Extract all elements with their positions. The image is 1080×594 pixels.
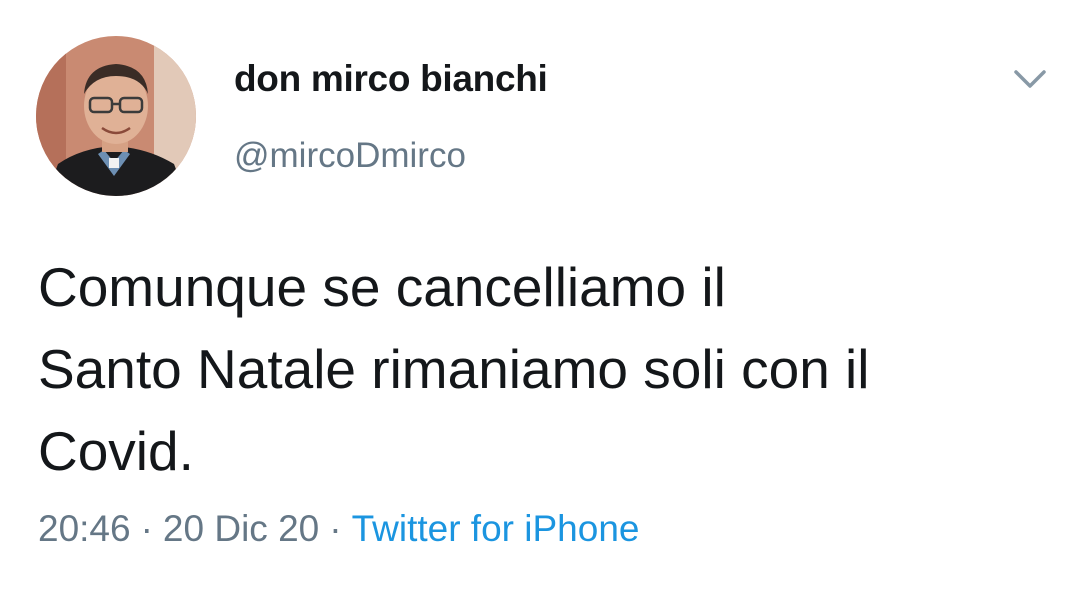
meta-separator: ·: [329, 508, 342, 549]
profile-photo-icon: [36, 36, 196, 196]
tweet-date[interactable]: 20 Dic 20: [163, 508, 319, 549]
chevron-down-icon[interactable]: [1010, 62, 1050, 96]
display-name[interactable]: don mirco bianchi: [234, 58, 548, 100]
tweet-source-link[interactable]: Twitter for iPhone: [352, 508, 640, 549]
meta-separator: ·: [140, 508, 153, 549]
tweet-metadata: 20:46 · 20 Dic 20 · Twitter for iPhone: [38, 508, 639, 550]
user-handle[interactable]: @mircoDmirco: [234, 136, 466, 176]
tweet-card: don mirco bianchi @mircoDmirco Comunque …: [0, 0, 1080, 594]
avatar[interactable]: [36, 36, 196, 196]
tweet-text: Comunque se cancelliamo il Santo Natale …: [38, 256, 870, 482]
tweet-time[interactable]: 20:46: [38, 508, 131, 549]
